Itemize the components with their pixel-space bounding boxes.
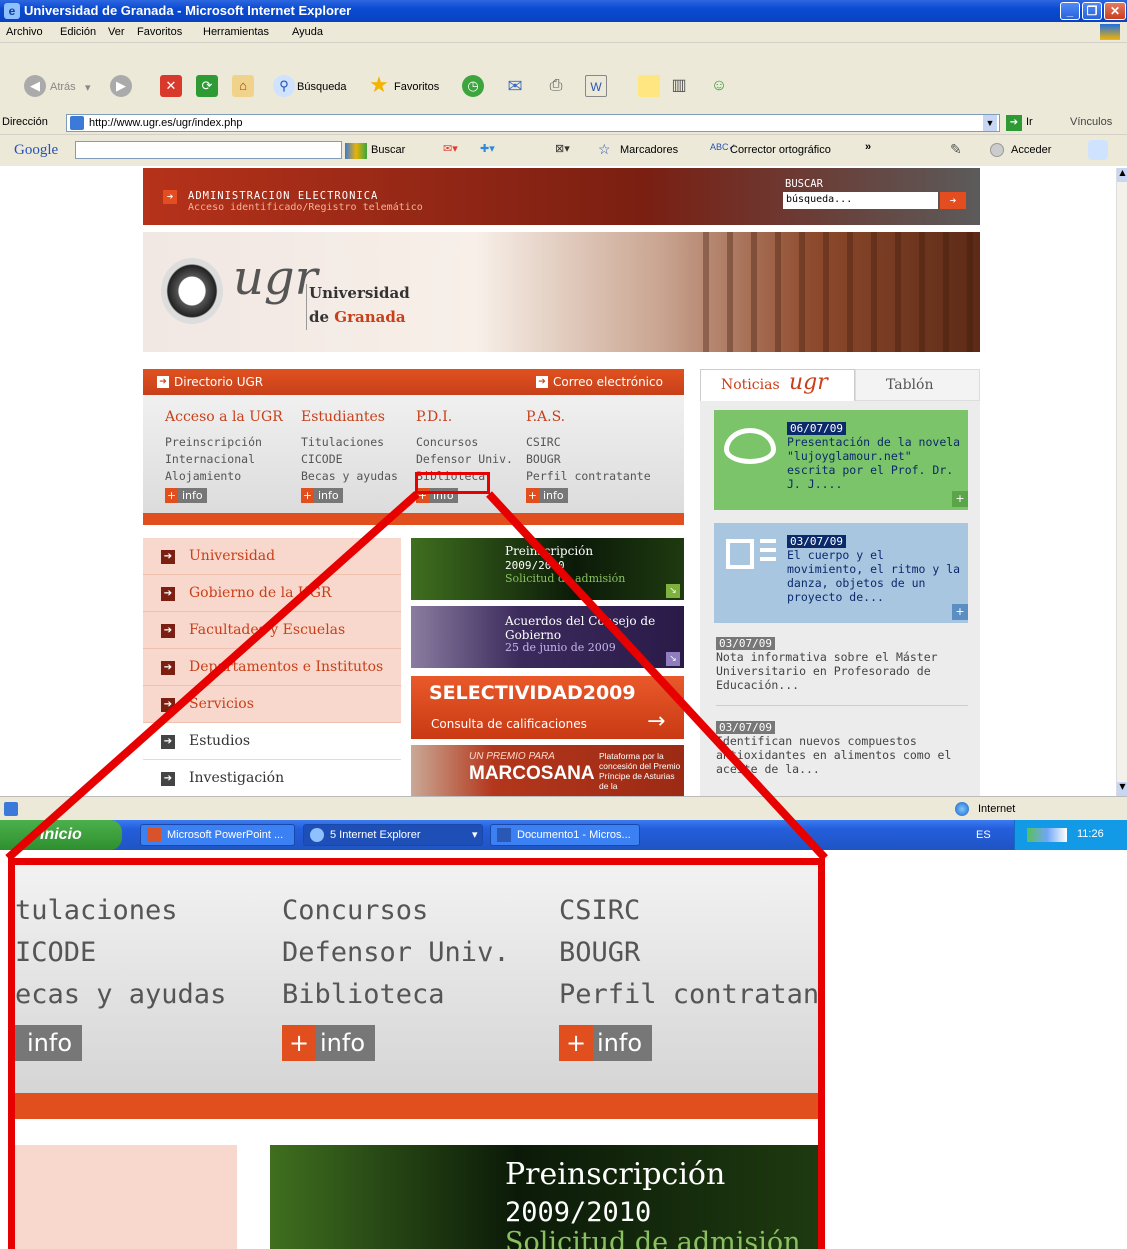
- zoom-frame: tulaciones ICODE ecas y ayudas info Conc…: [8, 858, 825, 1249]
- zoom-grey-panel: tulaciones ICODE ecas y ayudas info Conc…: [15, 865, 818, 1093]
- zoom-promo-year: 2009/2010: [505, 1197, 652, 1228]
- zoom-item: CSIRC: [559, 895, 641, 926]
- zoom-nav-fragment: [15, 1145, 237, 1249]
- zoom-item: ecas y ayudas: [15, 979, 227, 1010]
- zoom-info-button: + info: [282, 1025, 376, 1061]
- zoom-orange-rule: [15, 1093, 818, 1119]
- zoom-item: Defensor Univ.: [282, 937, 510, 968]
- zoom-promo-fragment: Preinscripción 2009/2010 Solicitud de ad…: [270, 1145, 818, 1249]
- zoom-item: tulaciones: [15, 895, 178, 926]
- zoom-info-button: + info: [559, 1025, 653, 1061]
- zoom-item: ICODE: [15, 937, 97, 968]
- zoom-item: Biblioteca: [282, 979, 445, 1010]
- zoom-item: Perfil contratante: [559, 979, 825, 1010]
- callout-line-left: [5, 491, 420, 861]
- zoom-item: Concursos: [282, 895, 429, 926]
- callout-line-right: [486, 491, 828, 861]
- zoom-promo-title: Preinscripción: [505, 1157, 726, 1192]
- zoom-promo-sub: Solicitud de admisión: [505, 1227, 801, 1249]
- zoom-info-button: info: [15, 1025, 83, 1061]
- zoom-item: BOUGR: [559, 937, 641, 968]
